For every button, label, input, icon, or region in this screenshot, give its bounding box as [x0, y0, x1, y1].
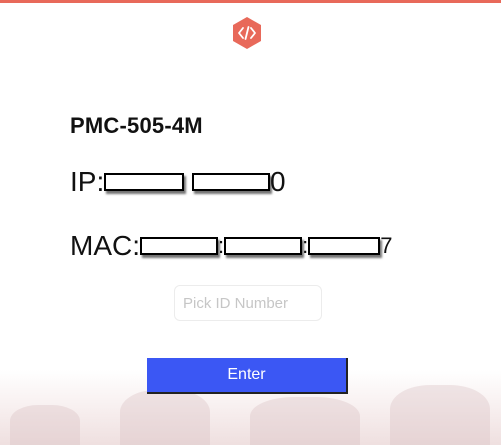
enter-button[interactable]: Enter [147, 358, 348, 394]
ip-address-row: IP: 0 [70, 164, 286, 198]
redacted-block [140, 236, 218, 255]
background-tree [250, 397, 360, 445]
redacted-block [104, 172, 185, 191]
background-tree [390, 385, 490, 445]
background-tree [120, 390, 210, 445]
ip-label: IP: [70, 165, 105, 197]
code-hexagon-icon [233, 17, 261, 49]
redacted-block [192, 172, 271, 191]
mac-tail: 7 [380, 232, 393, 258]
redacted-block [224, 236, 303, 255]
background-tree [10, 405, 80, 445]
ip-tail: 0 [270, 165, 286, 197]
mac-address-row: MAC: ::7 [70, 228, 393, 262]
device-model-title: PMC-505-4M [70, 113, 203, 138]
top-accent-bar [0, 0, 501, 3]
mac-label: MAC: [70, 229, 140, 261]
pick-id-number-input[interactable] [174, 285, 322, 321]
redacted-block [308, 236, 381, 255]
